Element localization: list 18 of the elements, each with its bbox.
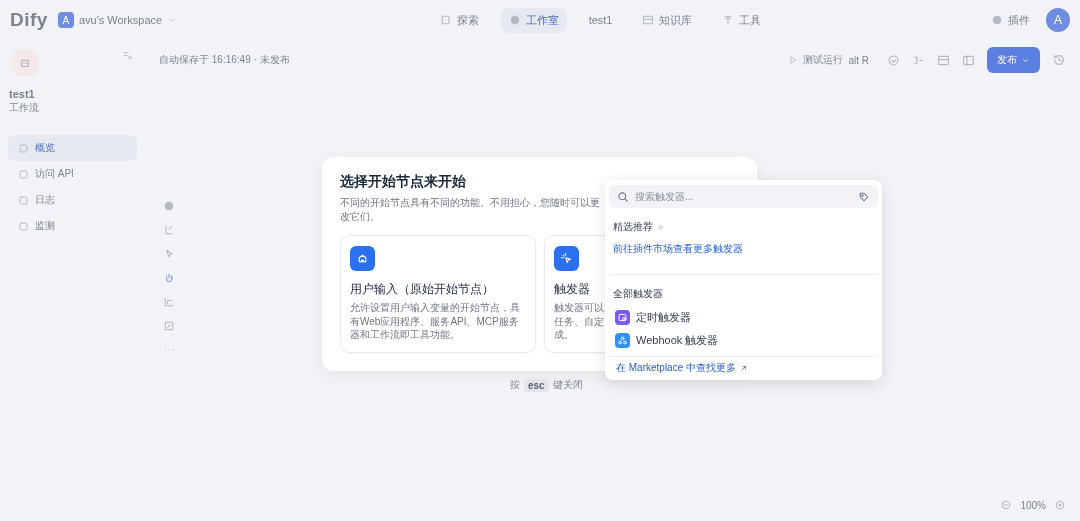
logo: Dify [10, 9, 48, 31]
esc-key: esc [524, 378, 549, 392]
section-heading: 精选推荐 [613, 220, 653, 234]
section-heading: 全部触发器 [613, 287, 663, 301]
hint-text: 按 [510, 378, 520, 392]
option-description: 允许设置用户输入变量的开始节点，具有Web应用程序、服务API、MCP服务器和工作流即工具功能。 [350, 301, 521, 342]
app-type: 工作流 [9, 101, 39, 115]
hint-text: 键关闭 [552, 378, 583, 392]
option-description: 任务、自定 [553, 314, 604, 328]
app-name: test1 [9, 88, 35, 100]
dialog-title: 选择开始节点来开始 [340, 173, 467, 191]
dialog-subtitle: 不同的开始节点具有不同的功能。不用担心，您随时可以更改它们。 [340, 196, 601, 223]
save-status: 自动保存于 16:16:49 · 未发布 [159, 53, 291, 67]
option-title: 用户输入（原始开始节点） [350, 281, 494, 298]
workspace-avatar: A [57, 12, 74, 28]
option-description: 触发器可以 [553, 301, 604, 315]
option-description: 成。 [553, 328, 574, 342]
option-title: 触发器 [553, 281, 590, 298]
